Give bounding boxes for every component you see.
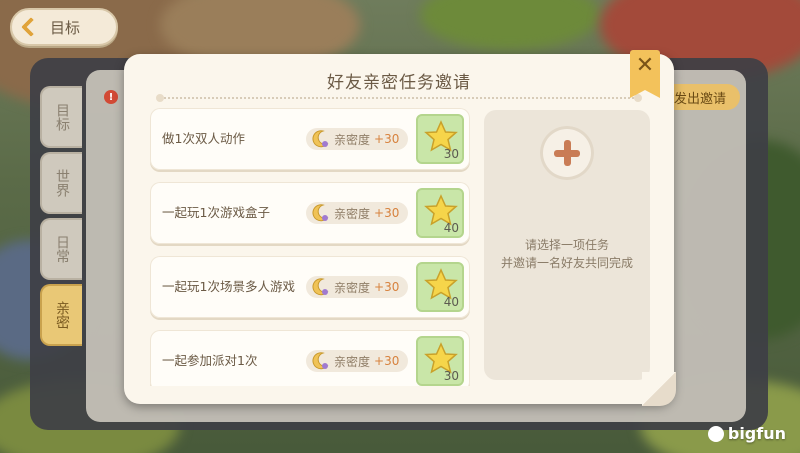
watermark: bigfun <box>707 424 786 443</box>
side-tab-world[interactable]: 世界 <box>40 152 82 214</box>
back-label: 目标 <box>50 18 81 37</box>
side-tab-daily[interactable]: 日常 <box>40 218 82 280</box>
intimacy-label: 亲密度 <box>334 206 371 221</box>
task-name: 一起玩1次游戏盒子 <box>162 205 270 220</box>
plus-icon <box>554 140 580 166</box>
slot-hint-line1: 请选择一项任务 <box>524 238 609 252</box>
notice-badge: ! <box>104 90 118 104</box>
close-icon: ✕ <box>635 53 655 78</box>
task-name: 一起玩1次场景多人游戏 <box>162 279 295 294</box>
dialog-title: 好友亲密任务邀请 <box>327 73 471 93</box>
side-tab-goals[interactable]: 目标 <box>40 86 82 148</box>
reward-box: 40 <box>416 262 464 312</box>
task-item[interactable]: 一起玩1次游戏盒子 亲密度 +30 40 <box>150 182 470 244</box>
intimacy-badge: 亲密度 +30 <box>306 128 408 150</box>
moon-icon <box>312 278 329 296</box>
watermark-text: bigfun <box>727 424 786 443</box>
invite-dialog: 好友亲密任务邀请 ✕ 做1次双人动作 亲密度 +30 30 一起玩1次游戏盒子 … <box>124 50 676 406</box>
intimacy-badge: 亲密度 +30 <box>306 202 408 224</box>
page-curl <box>642 372 676 406</box>
intimacy-value: +30 <box>374 280 400 294</box>
intimacy-badge: 亲密度 +30 <box>306 350 408 372</box>
intimacy-value: +30 <box>374 132 400 146</box>
reward-count: 30 <box>443 369 459 383</box>
task-name: 做1次双人动作 <box>162 131 245 146</box>
task-item[interactable]: 一起参加派对1次 亲密度 +30 30 <box>150 330 470 386</box>
moon-icon <box>312 204 329 222</box>
task-name: 一起参加派对1次 <box>162 353 258 368</box>
reward-count: 30 <box>443 147 459 161</box>
reward-box: 30 <box>416 114 464 164</box>
add-task-button[interactable] <box>540 126 594 180</box>
moon-icon <box>312 352 329 370</box>
intimacy-label: 亲密度 <box>334 354 371 369</box>
invite-slot[interactable]: 请选择一项任务 并邀请一名好友共同完成 <box>484 110 650 380</box>
task-item[interactable]: 做1次双人动作 亲密度 +30 30 <box>150 108 470 170</box>
moon-icon <box>312 130 329 148</box>
reward-box: 40 <box>416 188 464 238</box>
reward-count: 40 <box>443 295 459 309</box>
intimacy-value: +30 <box>374 206 400 220</box>
intimacy-badge: 亲密度 +30 <box>306 276 408 298</box>
intimacy-label: 亲密度 <box>334 280 371 295</box>
close-button[interactable]: ✕ <box>630 50 660 98</box>
reward-count: 40 <box>443 221 459 235</box>
back-button[interactable]: 目标 <box>10 8 118 46</box>
task-item[interactable]: 一起玩1次场景多人游戏 亲密度 +30 40 <box>150 256 470 318</box>
slot-hint-line2: 并邀请一名好友共同完成 <box>500 256 633 270</box>
back-arrow-icon <box>21 17 41 37</box>
title-divider <box>156 94 642 102</box>
intimacy-label: 亲密度 <box>334 132 371 147</box>
watermark-logo-icon <box>707 425 724 442</box>
slot-hint: 请选择一项任务 并邀请一名好友共同完成 <box>484 236 650 272</box>
reward-box: 30 <box>416 336 464 386</box>
side-tab-intimacy[interactable]: 亲密 <box>40 284 82 346</box>
task-list[interactable]: 做1次双人动作 亲密度 +30 30 一起玩1次游戏盒子 亲密度 +30 40 … <box>150 108 476 386</box>
intimacy-value: +30 <box>374 354 400 368</box>
